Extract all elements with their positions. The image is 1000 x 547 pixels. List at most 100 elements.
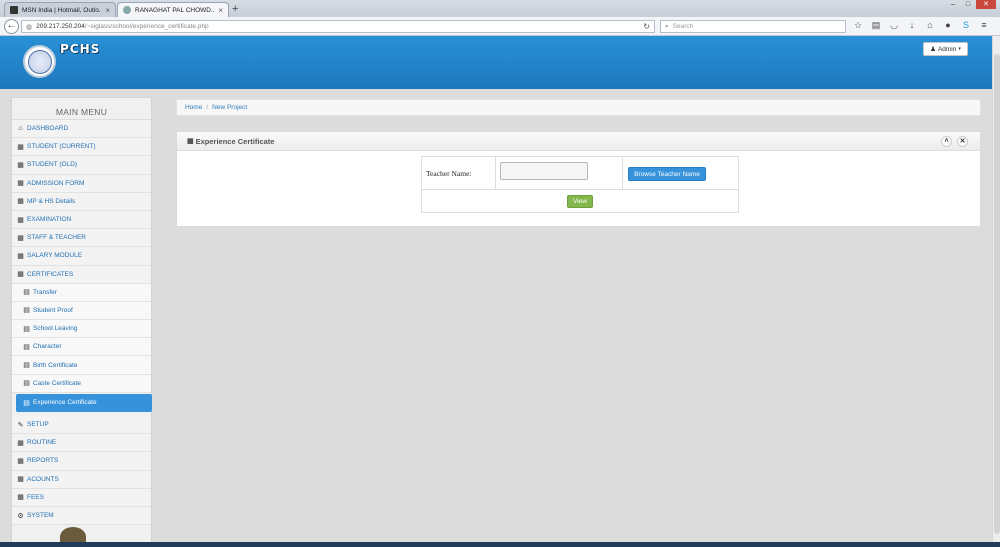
caret-down-icon: ▾ [958, 46, 961, 52]
teacher-name-label: Teacher Name: [422, 157, 496, 190]
scrollbar-thumb[interactable] [994, 54, 1000, 534]
sidebar-item-label: ACOUNTS [27, 475, 59, 483]
browser-tab-msn[interactable]: MSN India | Hotmail, Outlo... × [4, 2, 116, 17]
sidebar-item-label: Birth Certificate [33, 361, 78, 369]
browser-nav-bar: ← ◍ 209.217.250.204/~siglass/school/expe… [0, 17, 1000, 36]
sidebar-item-student-old[interactable]: ▦ STUDENT (OLD) [12, 156, 151, 175]
sidebar: MAIN MENU ⌂ DASHBOARD ▦ STUDENT (CURRENT) ▦ S… [11, 97, 152, 547]
school-favicon-icon [123, 6, 131, 14]
new-tab-button[interactable]: + [232, 3, 238, 15]
sidebar-item-acounts[interactable]: ▦ ACOUNTS [12, 470, 151, 489]
grid-icon: ▦ [17, 180, 24, 188]
search-placeholder: Search [672, 23, 694, 30]
search-icon: ⌕ [665, 22, 669, 30]
sidebar-item-label: Transfer [33, 288, 57, 296]
breadcrumb-separator: / [206, 104, 209, 111]
close-tab-icon[interactable]: × [105, 6, 110, 15]
page-scrollbar[interactable] [992, 36, 1000, 542]
clipboard-icon[interactable]: ▤ [870, 20, 882, 31]
address-bar[interactable]: ◍ 209.217.250.204/~siglass/school/experi… [21, 20, 655, 33]
sidebar-item-label: Caste Certificate [33, 379, 82, 387]
app-header: PCHS ♟ Admin ▾ [0, 36, 992, 89]
back-arrow-icon[interactable]: ← [4, 19, 19, 34]
list-icon: ▤ [23, 289, 30, 297]
grid-icon: ▦ [17, 494, 24, 502]
panel-header: ▦ Experience Certificate ˄ ✕ [177, 132, 980, 151]
breadcrumb-home[interactable]: Home [185, 104, 202, 111]
reload-icon[interactable]: ↻ [643, 22, 650, 31]
browse-teacher-button[interactable]: Browse Teacher Name [628, 167, 706, 181]
sidebar-item-transfer[interactable]: ▤ Transfer [12, 283, 151, 302]
chat-icon[interactable]: ● [942, 20, 954, 31]
grid-icon: ▦ [17, 271, 24, 279]
sidebar-item-salary-module[interactable]: ▦ SALARY MODULE [12, 247, 151, 266]
list-icon: ▤ [23, 380, 30, 388]
sidebar-item-staff-teacher[interactable]: ▦ STAFF & TEACHER [12, 229, 151, 248]
admin-dropdown-button[interactable]: ♟ Admin ▾ [923, 42, 968, 56]
sidebar-item-reports[interactable]: ▦ REPORTS [12, 452, 151, 471]
bookmark-star-icon[interactable]: ☆ [852, 20, 864, 31]
close-tab-icon[interactable]: × [218, 6, 223, 15]
sidebar-item-school-leaving[interactable]: ▤ School Leaving [12, 320, 151, 339]
tab-title: MSN India | Hotmail, Outlo... [22, 6, 102, 14]
sidebar-item-admission-form[interactable]: ▦ ADMISSION FORM [12, 174, 151, 193]
msn-favicon-icon [10, 6, 18, 14]
download-icon[interactable]: ↓ [906, 20, 918, 31]
school-logo [23, 45, 56, 78]
sidebar-title: MAIN MENU [12, 98, 151, 120]
minimize-icon[interactable]: – [946, 0, 960, 9]
sidebar-item-routine[interactable]: ▦ ROUTINE [12, 434, 151, 453]
sidebar-item-dashboard[interactable]: ⌂ DASHBOARD [12, 120, 151, 139]
sidebar-item-setup[interactable]: ✎ SETUP [12, 416, 151, 435]
tab-title: RANAGHAT PAL CHOWD... [135, 6, 215, 14]
collapse-icon[interactable]: ˄ [941, 136, 952, 147]
sidebar-item-character[interactable]: ▤ Character [12, 338, 151, 357]
sidebar-item-fees[interactable]: ▦ FEES [12, 488, 151, 507]
teacher-name-input[interactable] [500, 162, 588, 180]
grid-icon: ▦ [17, 234, 24, 242]
brand-name: PCHS [60, 42, 101, 56]
globe-icon: ◍ [26, 23, 33, 31]
admin-label: Admin [937, 45, 957, 53]
breadcrumb: Home / New Project [176, 99, 981, 116]
wrench-icon: ✎ [17, 421, 24, 429]
grid-icon: ▦ [17, 198, 24, 206]
sidebar-item-experience-certificate[interactable]: ▤ Experience Certificate [16, 393, 152, 412]
sidebar-item-mp-hs-details[interactable]: ▦ MP & HS Details [12, 192, 151, 211]
sidebar-item-birth-certificate[interactable]: ▤ Birth Certificate [12, 356, 151, 375]
sidebar-item-label: STUDENT (OLD) [27, 161, 78, 169]
skype-icon[interactable]: S [960, 20, 972, 31]
sidebar-item-label: SALARY MODULE [27, 252, 83, 260]
sidebar-item-student-proof[interactable]: ▤ Student Proof [12, 301, 151, 321]
window-close-icon[interactable]: ✕ [976, 0, 996, 9]
view-button[interactable]: View [567, 195, 593, 208]
sidebar-item-system[interactable]: ⚙ SYSTEM [12, 506, 151, 526]
toolbar-icons: ☆ ▤ ◡ ↓ ⌂ ● S ≡ [852, 20, 990, 31]
sidebar-item-label: STAFF & TEACHER [27, 234, 86, 242]
close-icon[interactable]: ✕ [957, 136, 968, 147]
sidebar-item-label: MP & HS Details [27, 197, 76, 205]
teacher-form: Teacher Name: Browse Teacher Name View [421, 156, 739, 213]
sidebar-item-label: ROUTINE [27, 439, 57, 447]
pocket-icon[interactable]: ◡ [888, 20, 900, 31]
browser-tab-pchs[interactable]: RANAGHAT PAL CHOWD... × [117, 2, 229, 17]
grid-icon: ▦ [17, 143, 24, 151]
breadcrumb-current[interactable]: New Project [212, 104, 247, 111]
sidebar-item-label: ADMISSION FORM [27, 179, 85, 187]
grid-icon: ▦ [17, 161, 24, 169]
maximize-icon[interactable]: □ [961, 0, 975, 9]
sidebar-item-examination[interactable]: ▦ EXAMINATION [12, 210, 151, 230]
home-icon: ⌂ [18, 125, 23, 133]
sidebar-item-label: Character [33, 343, 62, 351]
sidebar-item-caste-certificate[interactable]: ▤ Caste Certificate [12, 374, 151, 393]
menu-icon[interactable]: ≡ [978, 20, 990, 31]
list-icon: ▤ [23, 362, 30, 370]
sidebar-item-certificates[interactable]: ▦ CERTIFICATES [12, 265, 151, 284]
sidebar-item-label: SYSTEM [27, 512, 54, 520]
home-icon[interactable]: ⌂ [924, 20, 936, 31]
browser-search-input[interactable]: ⌕ Search [660, 20, 846, 33]
experience-certificate-panel: ▦ Experience Certificate ˄ ✕ Teacher Nam… [176, 131, 981, 227]
list-icon: ▤ [23, 307, 30, 315]
os-taskbar [0, 542, 1000, 547]
sidebar-item-student-current[interactable]: ▦ STUDENT (CURRENT) [12, 138, 151, 157]
